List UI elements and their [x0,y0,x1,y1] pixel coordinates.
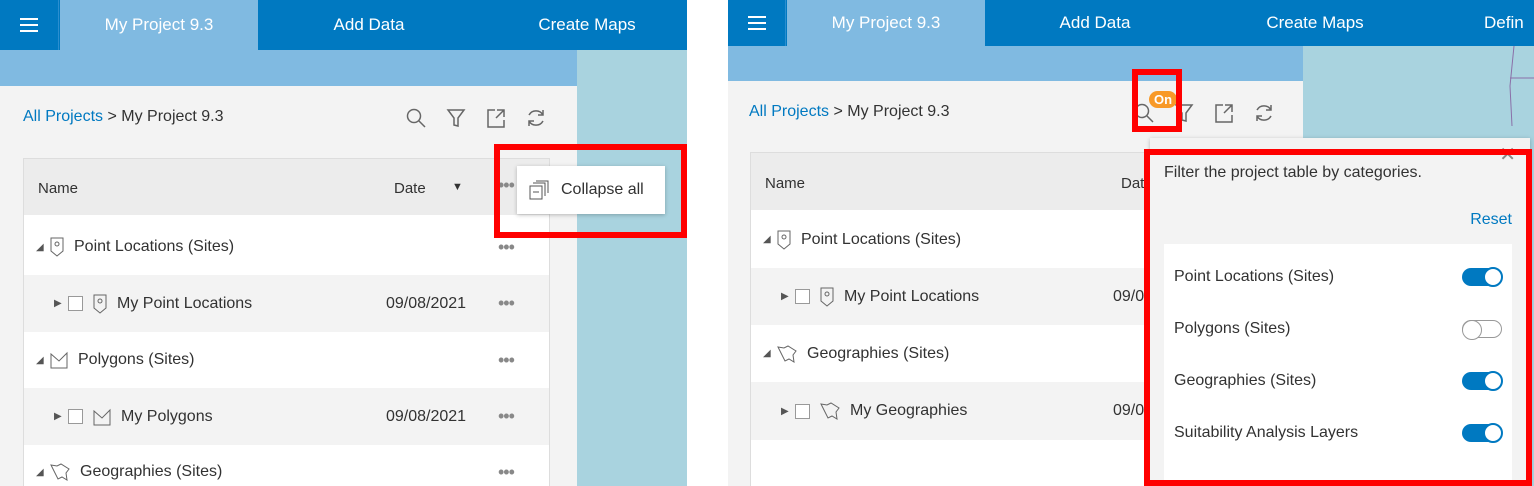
pin-icon [50,237,64,257]
tab-add-data[interactable]: Add Data [996,0,1194,46]
row-label: Geographies (Sites) [80,463,223,480]
col-date[interactable]: Date [394,180,426,197]
row-label: My Point Locations [844,287,980,305]
more-icon[interactable]: ••• [498,406,515,427]
row-label: Point Locations (Sites) [74,238,235,255]
highlight-box-filter-panel [1144,149,1532,486]
breadcrumb: All Projects > My Project 9.3 [23,108,224,126]
export-icon[interactable] [1212,101,1236,125]
geography-icon [50,463,70,481]
expand-icon[interactable]: ▶ [54,298,68,309]
pin-icon [820,287,834,307]
tab-my-project[interactable]: My Project 9.3 [787,0,985,46]
tab-create-maps[interactable]: Create Maps [1216,0,1414,46]
breadcrumb-sep: > [103,108,122,125]
breadcrumb-current: My Project 9.3 [847,103,950,120]
search-icon[interactable] [404,106,428,130]
table-row[interactable]: ◢ Polygons (Sites) ••• [24,332,549,388]
geography-icon [820,402,840,420]
top-nav: My Project 9.3 Add Data Create Maps [0,0,687,50]
row-date: 09/08/2021 [386,294,467,312]
geography-icon [777,344,797,363]
menu-button[interactable] [0,0,59,50]
table-row[interactable]: ◢ Geographies (Sites) ••• [24,445,549,486]
tab-my-project[interactable]: My Project 9.3 [60,0,258,50]
more-icon[interactable]: ••• [498,293,515,314]
table-row[interactable]: ◢ Point Locations (Sites) ••• [24,219,549,275]
pin-icon [777,230,791,250]
tab-add-data[interactable]: Add Data [270,0,468,50]
highlight-box-filter-icon [1132,69,1182,132]
col-name[interactable]: Name [38,180,78,197]
expand-icon[interactable]: ▶ [54,411,68,422]
collapse-icon[interactable]: ◢ [763,348,777,359]
collapse-icon[interactable]: ◢ [36,467,50,478]
export-icon[interactable] [484,106,508,130]
hamburger-icon [20,24,38,26]
breadcrumb-all-projects[interactable]: All Projects [23,108,103,125]
screenshot-left: My Project 9.3 Add Data Create Maps All … [0,0,687,486]
row-checkbox[interactable] [68,296,83,311]
table-row[interactable]: ▶ My Point Locations 09/08/2021 ••• [24,275,549,332]
more-icon[interactable]: ••• [498,350,515,371]
hamburger-icon [747,22,766,24]
row-date: 09/0 [1113,287,1145,305]
filter-icon[interactable] [444,106,468,130]
expand-icon[interactable]: ▶ [781,406,795,417]
more-icon[interactable]: ••• [498,237,515,258]
expand-icon[interactable]: ▶ [781,291,795,302]
more-icon[interactable]: ••• [498,462,515,483]
sort-desc-icon[interactable]: ▼ [452,181,463,193]
row-label: Point Locations (Sites) [801,230,962,248]
header-band [728,46,1303,81]
breadcrumb-all-projects[interactable]: All Projects [749,103,829,120]
row-label: Polygons (Sites) [78,351,195,368]
menu-button[interactable] [728,0,786,46]
breadcrumb: All Projects > My Project 9.3 [749,103,950,121]
top-nav: My Project 9.3 Add Data Create Maps Defi… [728,0,1534,46]
collapse-icon[interactable]: ◢ [36,242,50,253]
screenshot-right: My Project 9.3 Add Data Create Maps Defi… [728,0,1534,486]
collapse-icon[interactable]: ◢ [763,234,777,245]
map-boundary-lines [1509,46,1534,127]
refresh-icon[interactable] [524,106,548,130]
toolbar [404,106,548,130]
row-label: My Geographies [850,402,968,419]
header-band [0,50,577,86]
highlight-box [494,144,687,238]
tab-create-maps[interactable]: Create Maps [488,0,686,50]
row-checkbox[interactable] [68,409,83,424]
collapse-icon[interactable]: ◢ [36,355,50,366]
col-name[interactable]: Name [765,175,805,192]
refresh-icon[interactable] [1252,101,1276,125]
row-date: 09/08/2021 [386,407,467,425]
row-checkbox[interactable] [795,403,810,419]
row-label: My Polygons [121,407,213,425]
table-header: Name Date ▼ ••• [24,159,549,215]
row-date: 09/0 [1113,402,1145,419]
polygon-icon [93,408,111,426]
pin-icon [93,294,107,314]
breadcrumb-current: My Project 9.3 [121,108,224,125]
table-row[interactable]: ▶ My Polygons 09/08/2021 ••• [24,388,549,445]
project-table: Name Date ▼ ••• ◢ Point Locations (Sites… [23,158,550,486]
row-label: Geographies (Sites) [807,344,950,362]
row-checkbox[interactable] [795,289,810,304]
polygon-icon [50,351,68,369]
breadcrumb-sep: > [829,103,848,120]
row-label: My Point Locations [117,294,253,312]
tab-define[interactable]: Defin [1484,0,1534,46]
project-panel: All Projects > My Project 9.3 Name Date … [0,86,577,486]
